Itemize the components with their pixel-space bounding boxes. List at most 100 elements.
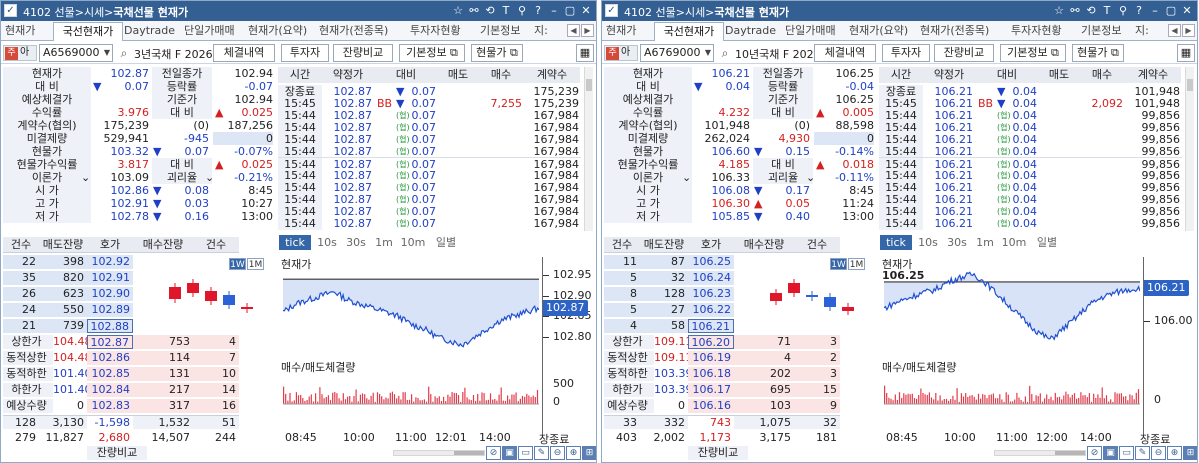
toolbar-button-3[interactable]: 기본정보 ⧉ [1000, 44, 1066, 62]
panel-icon[interactable]: ▭ [518, 446, 533, 460]
zoom-out-icon[interactable]: ⊖ [550, 446, 565, 460]
tab-5[interactable]: 현재가(전종목) [920, 22, 1006, 41]
tab-8[interactable]: 지: [1135, 22, 1153, 41]
toolbar-button-1[interactable]: 투자자 [281, 44, 329, 62]
tab-2[interactable]: Daytrade [725, 22, 783, 41]
chart-tab-일별[interactable]: 일별 [1032, 235, 1062, 250]
bid-price[interactable]: 106.20 [688, 335, 734, 349]
tab-1[interactable]: 국선현재가 [53, 22, 123, 41]
tab-6[interactable]: 투자자현황 [410, 22, 478, 41]
toolbar-button-3[interactable]: 기본정보 ⧉ [399, 44, 465, 62]
tab-4[interactable]: 현재가(요약) [248, 22, 316, 41]
minimize-icon[interactable]: – [546, 3, 562, 19]
toolbar-button-0[interactable]: 체결내역 [814, 44, 876, 62]
tab-3[interactable]: 단일가매매 [184, 22, 246, 41]
tab-0[interactable]: 현재가 [5, 22, 55, 41]
dropdown-icon[interactable]: ⌄ [81, 171, 90, 184]
search-icon[interactable]: ⌕ [717, 45, 733, 61]
link-icon[interactable]: ⚯ [466, 3, 482, 19]
bid-price[interactable]: 102.86 [87, 351, 133, 365]
candle-period-1W[interactable]: 1W [830, 258, 847, 270]
maximize-icon[interactable]: ▢ [1163, 3, 1179, 19]
tab-prev-icon[interactable]: ◀ [567, 24, 580, 37]
checkbox-icon[interactable]: ✓ [4, 4, 17, 17]
tab-next-icon[interactable]: ▶ [581, 24, 594, 37]
settings-icon[interactable]: ⊞ [582, 446, 596, 460]
ask-price[interactable]: 102.88 [87, 319, 133, 333]
chevron-down-icon[interactable]: ▼ [705, 45, 711, 61]
chart-tab-30s[interactable]: 30s [342, 235, 370, 250]
instrument-type-selector[interactable]: 주아 [3, 45, 37, 61]
compare-remaining-button[interactable]: 잔량비교 [87, 446, 147, 460]
bid-price[interactable]: 102.83 [87, 399, 133, 413]
panel-icon[interactable]: ▭ [1119, 446, 1134, 460]
code-input[interactable]: A6569000 ▼ [39, 44, 113, 62]
ask-price[interactable]: 106.25 [688, 255, 734, 269]
minimize-icon[interactable]: – [1147, 3, 1163, 19]
tab-1[interactable]: 국선현재가 [654, 22, 724, 41]
bid-price[interactable]: 106.16 [688, 399, 734, 413]
ask-price[interactable]: 102.91 [87, 271, 133, 285]
grid-menu-icon[interactable]: ▦ [576, 44, 594, 62]
ask-price[interactable]: 102.90 [87, 287, 133, 301]
ask-price[interactable]: 106.21 [688, 319, 734, 333]
scroll-thumb[interactable] [586, 79, 592, 91]
chart-mode-icon[interactable]: ▣ [502, 446, 517, 460]
toolbar-button-2[interactable]: 잔량비교 [934, 44, 994, 62]
chart-scrollbar[interactable] [994, 450, 1086, 456]
ask-price[interactable]: 106.22 [688, 303, 734, 317]
toolbar-button-0[interactable]: 체결내역 [213, 44, 275, 62]
ask-price[interactable]: 106.24 [688, 271, 734, 285]
zoom-out-icon[interactable]: ⊖ [1151, 446, 1166, 460]
maximize-icon[interactable]: ▢ [562, 3, 578, 19]
draw-icon[interactable]: ✎ [534, 446, 549, 460]
toolbar-button-4[interactable]: 현물가 ⧉ [1072, 44, 1124, 62]
checkbox-icon[interactable]: ✓ [605, 4, 618, 17]
scroll-thumb[interactable] [454, 451, 484, 455]
bid-price[interactable]: 106.17 [688, 383, 734, 397]
chevron-down-icon[interactable]: ▼ [104, 45, 110, 61]
ask-price[interactable]: 106.23 [688, 287, 734, 301]
trades-scrollbar[interactable] [584, 67, 593, 231]
chart-tab-10s[interactable]: 10s [915, 235, 941, 250]
tab-8[interactable]: 지: [534, 22, 552, 41]
tab-7[interactable]: 기본정보 [480, 22, 532, 41]
settings-icon[interactable]: ⊞ [1183, 446, 1197, 460]
close-icon[interactable]: ✕ [1179, 3, 1195, 19]
chart-tab-10s[interactable]: 10s [314, 235, 340, 250]
search-icon[interactable]: ⌕ [116, 45, 132, 61]
text-icon[interactable]: T [498, 3, 514, 19]
candle-period-1M[interactable]: 1M [247, 258, 264, 270]
refresh-icon[interactable]: ⟲ [1083, 3, 1099, 19]
grid-menu-icon[interactable]: ▦ [1177, 44, 1195, 62]
chart-tab-일별[interactable]: 일별 [431, 235, 461, 250]
bid-price[interactable]: 102.84 [87, 383, 133, 397]
tab-next-icon[interactable]: ▶ [1182, 24, 1195, 37]
zoom-in-icon[interactable]: ⊕ [566, 446, 581, 460]
instrument-type-selector[interactable]: 주아 [604, 45, 638, 61]
chart-tab-10m[interactable]: 10m [999, 235, 1029, 250]
tab-0[interactable]: 현재가 [606, 22, 656, 41]
tab-6[interactable]: 투자자현황 [1011, 22, 1079, 41]
bid-price[interactable]: 106.19 [688, 351, 734, 365]
chart-tab-30s[interactable]: 30s [943, 235, 971, 250]
toolbar-button-4[interactable]: 현물가 ⧉ [471, 44, 523, 62]
candle-period-1M[interactable]: 1M [848, 258, 865, 270]
chart-tab-1m[interactable]: 1m [373, 235, 395, 250]
star-icon[interactable]: ☆ [450, 3, 466, 19]
scroll-thumb[interactable] [1187, 79, 1193, 91]
tab-prev-icon[interactable]: ◀ [1168, 24, 1181, 37]
help-icon[interactable]: ? [530, 3, 546, 19]
chart-tab-10m[interactable]: 10m [398, 235, 428, 250]
help-icon[interactable]: ? [1131, 3, 1147, 19]
chart-tab-tick[interactable]: tick [880, 235, 912, 250]
reset-icon[interactable]: ⊘ [1087, 446, 1102, 460]
star-icon[interactable]: ☆ [1051, 3, 1067, 19]
draw-icon[interactable]: ✎ [1135, 446, 1150, 460]
tab-4[interactable]: 현재가(요약) [849, 22, 917, 41]
chart-mode-icon[interactable]: ▣ [1103, 446, 1118, 460]
pin-icon[interactable]: ⚲ [1115, 3, 1131, 19]
toolbar-button-2[interactable]: 잔량비교 [333, 44, 393, 62]
pin-icon[interactable]: ⚲ [514, 3, 530, 19]
tab-7[interactable]: 기본정보 [1081, 22, 1133, 41]
